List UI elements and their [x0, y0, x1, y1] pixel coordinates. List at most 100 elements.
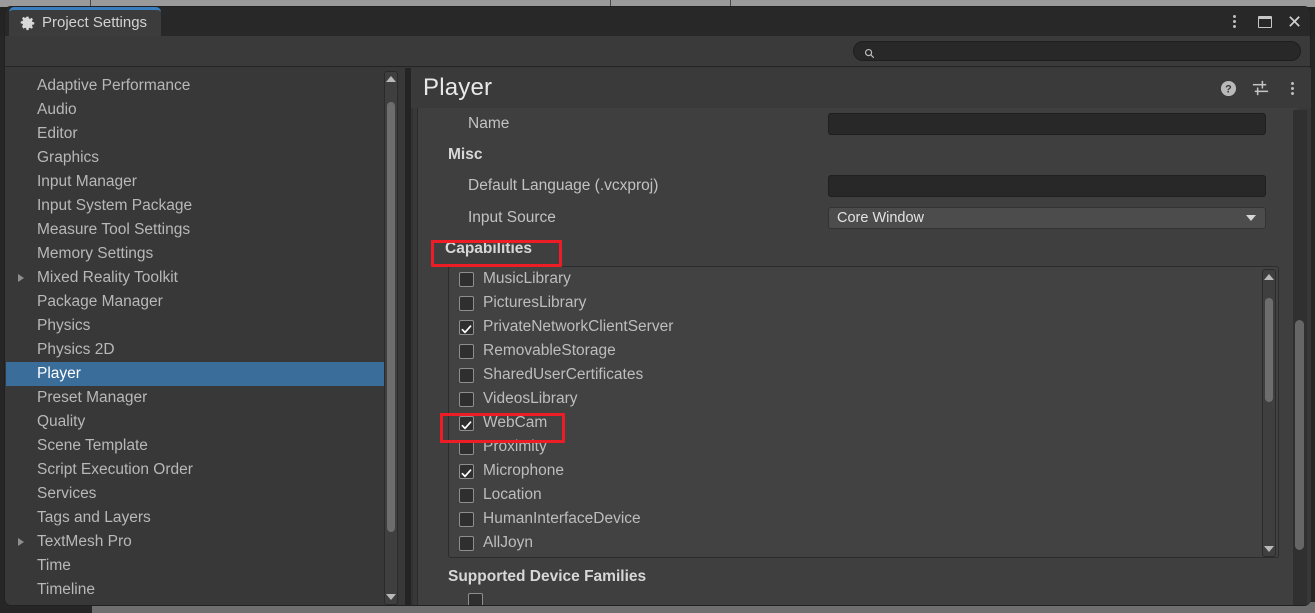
sidebar-scrollbar[interactable]	[384, 71, 398, 605]
device-family-checkbox[interactable]	[468, 592, 483, 605]
sidebar-item-memory-settings[interactable]: Memory Settings	[6, 242, 384, 266]
checkbox-sharedusercertificates[interactable]	[459, 367, 474, 383]
sidebar-item-label: TextMesh Pro	[37, 533, 132, 550]
checkbox-webcam[interactable]	[459, 415, 474, 431]
sidebar-item-label: Package Manager	[37, 293, 163, 310]
capabilities-scrollbar[interactable]	[1262, 269, 1276, 557]
settings-category-pane: Adaptive Performance Audio Editor Graphics I…	[6, 68, 405, 605]
sidebar-item-physics-2d[interactable]: Physics 2D	[6, 338, 384, 362]
sidebar-item-tags-and-layers[interactable]: Tags and Layers	[6, 506, 384, 530]
capabilities-list[interactable]: MusicLibrary PicturesLibrary PrivateNetwor…	[449, 267, 1260, 557]
check-icon	[461, 466, 472, 477]
kebab-menu-icon[interactable]	[1226, 13, 1243, 30]
capability-label: HumanInterfaceDevice	[483, 510, 641, 527]
checkbox-videoslibrary[interactable]	[459, 391, 474, 407]
panel-kebab-menu-icon[interactable]	[1284, 80, 1301, 97]
close-icon[interactable]: ✕	[1286, 13, 1303, 31]
capability-item[interactable]: Location	[449, 483, 1260, 507]
scroll-up-arrow-icon[interactable]	[1264, 274, 1274, 280]
sidebar-item-adaptive-performance[interactable]: Adaptive Performance	[6, 74, 384, 98]
capability-item[interactable]: SharedUserCertificates	[449, 363, 1260, 387]
sidebar-item-services[interactable]: Services	[6, 482, 384, 506]
capabilities-listbox[interactable]: MusicLibrary PicturesLibrary PrivateNetwor…	[448, 266, 1279, 558]
sidebar-item-label: Editor	[37, 125, 78, 142]
input-source-dropdown[interactable]: Core Window	[828, 207, 1266, 229]
row-device-family-partial	[418, 592, 1297, 605]
name-input[interactable]	[828, 113, 1266, 135]
sidebar-item-physics[interactable]: Physics	[6, 314, 384, 338]
capability-item[interactable]: AllJoyn	[449, 531, 1260, 555]
chevron-down-icon	[1246, 215, 1256, 221]
sidebar-item-editor[interactable]: Editor	[6, 122, 384, 146]
capability-item[interactable]: Microphone	[449, 459, 1260, 483]
chevron-right-icon[interactable]	[18, 538, 24, 546]
capability-label: RemovableStorage	[483, 342, 616, 359]
checkbox-removablestorage[interactable]	[459, 343, 474, 359]
row-name: Name	[418, 108, 1297, 140]
capability-item[interactable]: WebCam	[449, 411, 1260, 435]
sidebar-item-graphics[interactable]: Graphics	[6, 146, 384, 170]
scrollbar-thumb[interactable]	[1265, 298, 1273, 402]
sidebar-item-scene-template[interactable]: Scene Template	[6, 434, 384, 458]
sidebar-item-label: Mixed Reality Toolkit	[37, 269, 178, 286]
sidebar-item-package-manager[interactable]: Package Manager	[6, 290, 384, 314]
capability-label: Location	[483, 486, 542, 503]
checkbox-proximity[interactable]	[459, 439, 474, 455]
capability-item[interactable]: VideosLibrary	[449, 387, 1260, 411]
search-input[interactable]	[881, 44, 1290, 58]
panel-header-icons: ?	[1220, 68, 1301, 108]
scrollbar-thumb[interactable]	[1295, 320, 1304, 550]
inspector-scrollbar[interactable]	[1293, 110, 1307, 605]
sidebar-item-preset-manager[interactable]: Preset Manager	[6, 386, 384, 410]
checkbox-location[interactable]	[459, 487, 474, 503]
checkbox-humaninterfacedevice[interactable]	[459, 511, 474, 527]
tab-project-settings[interactable]: Project Settings	[9, 7, 162, 36]
capability-item[interactable]: RemovableStorage	[449, 339, 1260, 363]
sidebar-item-quality[interactable]: Quality	[6, 410, 384, 434]
row-label: Input Source	[468, 209, 556, 226]
sidebar-item-mixed-reality-toolkit[interactable]: Mixed Reality Toolkit	[6, 266, 384, 290]
capability-item[interactable]: MusicLibrary	[449, 267, 1260, 291]
sidebar-item-audio[interactable]: Audio	[6, 98, 384, 122]
chevron-right-icon[interactable]	[18, 274, 24, 282]
section-supported-device-families-heading: Supported Device Families	[448, 568, 647, 585]
sidebar-item-player[interactable]: Player	[6, 362, 384, 386]
scrollbar-thumb[interactable]	[387, 102, 395, 532]
scroll-up-arrow-icon[interactable]	[386, 76, 396, 82]
desktop-root: Project Settings ✕ Adaptive Performance …	[0, 0, 1315, 613]
sidebar-item-label: Player	[37, 365, 81, 382]
help-icon[interactable]: ?	[1220, 80, 1237, 97]
capability-label: PicturesLibrary	[483, 294, 587, 311]
capability-item[interactable]: PicturesLibrary	[449, 291, 1260, 315]
capability-item[interactable]: BlockedChatM	[449, 555, 1260, 557]
project-settings-window: Project Settings ✕ Adaptive Performance …	[4, 6, 1311, 606]
sidebar-item-input-manager[interactable]: Input Manager	[6, 170, 384, 194]
sidebar-item-measure-tool-settings[interactable]: Measure Tool Settings	[6, 218, 384, 242]
settings-category-list[interactable]: Adaptive Performance Audio Editor Graphics I…	[6, 68, 384, 605]
capability-item[interactable]: PrivateNetworkClientServer	[449, 315, 1260, 339]
sidebar-item-textmesh-pro[interactable]: TextMesh Pro	[6, 530, 384, 554]
checkbox-alljoyn[interactable]	[459, 535, 474, 551]
checkbox-privatenetworkclientserver[interactable]	[459, 319, 474, 335]
sidebar-item-timeline[interactable]: Timeline	[6, 578, 384, 602]
capability-item[interactable]: HumanInterfaceDevice	[449, 507, 1260, 531]
search-box[interactable]	[853, 41, 1301, 61]
settings-toolbar	[5, 36, 1310, 67]
sidebar-item-script-execution-order[interactable]: Script Execution Order	[6, 458, 384, 482]
panel-header: Player ?	[411, 68, 1311, 108]
maximize-icon[interactable]	[1256, 13, 1273, 30]
sidebar-item-label: Input Manager	[37, 173, 137, 190]
inspector-left-edge	[411, 108, 413, 605]
capability-label: PrivateNetworkClientServer	[483, 318, 674, 335]
scroll-down-arrow-icon[interactable]	[386, 594, 396, 600]
default-language-input[interactable]	[828, 175, 1266, 197]
checkbox-microphone[interactable]	[459, 463, 474, 479]
sidebar-item-time[interactable]: Time	[6, 554, 384, 578]
checkbox-musiclibrary[interactable]	[459, 271, 474, 287]
checkbox-pictureslibrary[interactable]	[459, 295, 474, 311]
sidebar-item-input-system-package[interactable]: Input System Package	[6, 194, 384, 218]
preset-icon[interactable]	[1251, 79, 1270, 98]
sidebar-item-label: Scene Template	[37, 437, 148, 454]
capability-item[interactable]: Proximity	[449, 435, 1260, 459]
scroll-down-arrow-icon[interactable]	[1264, 546, 1274, 552]
